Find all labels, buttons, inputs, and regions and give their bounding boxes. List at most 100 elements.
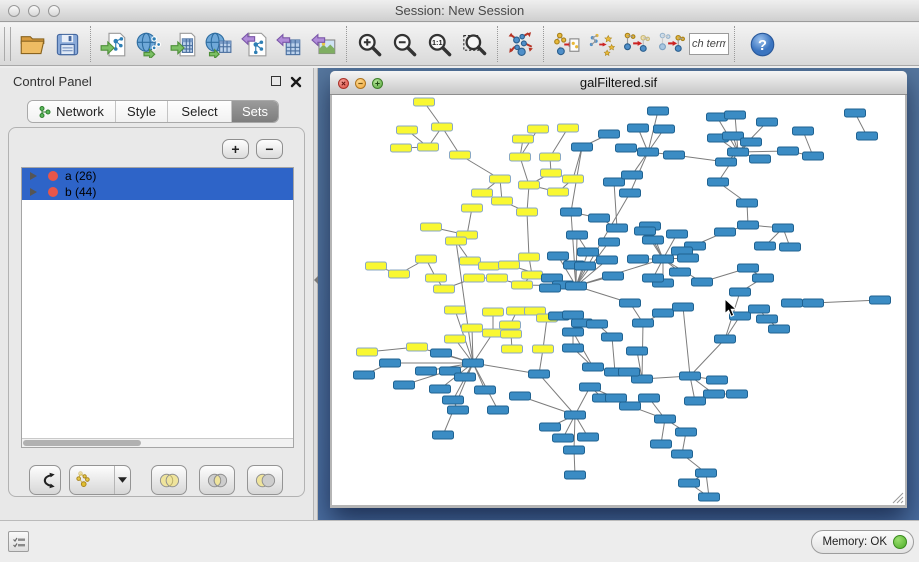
graph-node-blue[interactable] (738, 221, 759, 229)
graph-node-yellow[interactable] (533, 345, 554, 353)
graph-node-blue[interactable] (433, 431, 454, 439)
graph-node-yellow[interactable] (414, 98, 435, 106)
graph-node-yellow[interactable] (432, 123, 453, 131)
split-set-button[interactable] (29, 465, 61, 495)
graph-node-blue[interactable] (793, 127, 814, 135)
graph-edge[interactable] (527, 212, 529, 257)
graph-node-blue[interactable] (620, 402, 641, 410)
graph-node-blue[interactable] (540, 284, 561, 292)
zoom-in-button[interactable] (352, 26, 387, 62)
graph-node-blue[interactable] (475, 386, 496, 394)
graph-node-blue[interactable] (679, 479, 700, 487)
create-network-from-set-button[interactable] (69, 465, 131, 495)
graph-edge[interactable] (571, 212, 576, 286)
graph-node-blue[interactable] (648, 107, 669, 115)
zoom-out-button[interactable] (387, 26, 422, 62)
graph-node-blue[interactable] (651, 440, 672, 448)
graph-node-blue[interactable] (741, 138, 762, 146)
graph-node-blue[interactable] (589, 214, 610, 222)
graph-node-yellow[interactable] (540, 153, 561, 161)
graph-node-blue[interactable] (673, 303, 694, 311)
graph-node-blue[interactable] (757, 118, 778, 126)
tab-sets[interactable]: Sets (232, 101, 278, 122)
expand-arrow-icon[interactable] (30, 172, 37, 180)
graph-node-blue[interactable] (628, 255, 649, 263)
graph-node-blue[interactable] (606, 394, 627, 402)
graph-node-blue[interactable] (628, 124, 649, 132)
graph-node-yellow[interactable] (434, 285, 455, 293)
tab-select[interactable]: Select (168, 101, 232, 122)
graph-node-yellow[interactable] (397, 126, 418, 134)
memory-status-button[interactable]: Memory: OK (811, 530, 914, 554)
copy-set-button[interactable] (619, 26, 654, 62)
graph-node-yellow[interactable] (502, 345, 523, 353)
dropdown-arrow-icon[interactable] (114, 466, 130, 494)
graph-node-blue[interactable] (672, 450, 693, 458)
graph-node-blue[interactable] (578, 433, 599, 441)
help-button[interactable]: ? (748, 26, 776, 62)
graph-node-yellow[interactable] (445, 335, 466, 343)
graph-node-blue[interactable] (633, 319, 654, 327)
graph-node-yellow[interactable] (519, 181, 540, 189)
graph-node-yellow[interactable] (522, 271, 543, 279)
export-image-button[interactable] (306, 26, 341, 62)
import-table-url-button[interactable] (201, 26, 236, 62)
open-session-button[interactable] (15, 26, 50, 62)
graph-node-blue[interactable] (620, 299, 641, 307)
graph-node-blue[interactable] (416, 367, 437, 375)
graph-node-blue[interactable] (749, 305, 770, 313)
resize-grip-icon[interactable] (891, 491, 904, 504)
graph-node-yellow[interactable] (483, 308, 504, 316)
float-panel-icon[interactable] (271, 76, 281, 86)
graph-node-blue[interactable] (430, 385, 451, 393)
graph-node-blue[interactable] (769, 325, 790, 333)
graph-node-yellow[interactable] (391, 144, 412, 152)
graph-node-blue[interactable] (678, 254, 699, 262)
graph-node-blue[interactable] (599, 130, 620, 138)
graph-node-blue[interactable] (564, 446, 585, 454)
graph-node-blue[interactable] (667, 230, 688, 238)
graph-node-blue[interactable] (599, 238, 620, 246)
graph-node-blue[interactable] (622, 171, 643, 179)
graph-node-blue[interactable] (627, 347, 648, 355)
graph-edge[interactable] (574, 415, 575, 450)
graph-node-blue[interactable] (448, 406, 469, 414)
select-set-nodes-button[interactable] (584, 26, 619, 62)
set-list-item[interactable]: a (26) (22, 168, 293, 184)
export-network-button[interactable] (236, 26, 271, 62)
graph-node-blue[interactable] (750, 155, 771, 163)
graph-node-blue[interactable] (587, 320, 608, 328)
graph-node-blue[interactable] (780, 243, 801, 251)
graph-node-blue[interactable] (620, 189, 641, 197)
graph-node-yellow[interactable] (389, 270, 410, 278)
search-input[interactable] (689, 33, 729, 55)
graph-node-blue[interactable] (583, 363, 604, 371)
graph-node-blue[interactable] (680, 372, 701, 380)
graph-node-yellow[interactable] (407, 343, 428, 351)
graph-node-yellow[interactable] (492, 197, 513, 205)
graph-node-yellow[interactable] (563, 175, 584, 183)
graph-node-blue[interactable] (704, 390, 725, 398)
graph-edge[interactable] (690, 339, 725, 376)
graph-node-blue[interactable] (685, 397, 706, 405)
zoom-selected-region-button[interactable] (457, 26, 492, 62)
graph-node-yellow[interactable] (445, 306, 466, 314)
graph-edge[interactable] (612, 337, 615, 372)
graph-node-blue[interactable] (870, 296, 891, 304)
graph-node-blue[interactable] (431, 349, 452, 357)
zoom-actual-size-button[interactable]: 1:1 (422, 26, 457, 62)
graph-node-yellow[interactable] (446, 237, 467, 245)
graph-node-blue[interactable] (553, 434, 574, 442)
graph-node-blue[interactable] (676, 428, 697, 436)
graph-node-blue[interactable] (725, 111, 746, 119)
graph-node-blue[interactable] (639, 394, 660, 402)
graph-edge[interactable] (614, 182, 617, 228)
graph-node-yellow[interactable] (528, 125, 549, 133)
graph-node-blue[interactable] (635, 227, 656, 235)
graph-node-blue[interactable] (603, 272, 624, 280)
graph-node-blue[interactable] (563, 344, 584, 352)
graph-node-blue[interactable] (708, 178, 729, 186)
graph-node-blue[interactable] (753, 274, 774, 282)
graph-node-yellow[interactable] (472, 189, 493, 197)
graph-node-blue[interactable] (580, 383, 601, 391)
